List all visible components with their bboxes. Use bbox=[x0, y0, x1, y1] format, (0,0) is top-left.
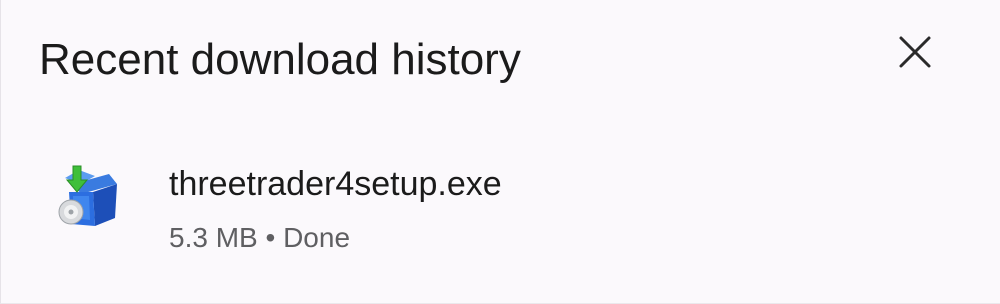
close-button[interactable] bbox=[885, 22, 945, 82]
download-status: Done bbox=[283, 222, 351, 253]
panel-title: Recent download history bbox=[39, 35, 521, 84]
download-history-panel: Recent download history threetrader4setu… bbox=[0, 0, 1000, 304]
file-size: 5.3 MB bbox=[169, 222, 258, 253]
download-item[interactable]: threetrader4setup.exe 5.3 MB • Done bbox=[1, 138, 1000, 278]
download-meta: 5.3 MB • Done bbox=[169, 220, 350, 256]
installer-package-icon bbox=[58, 165, 117, 226]
download-file-name: threetrader4setup.exe bbox=[169, 165, 502, 203]
close-icon bbox=[899, 36, 931, 68]
meta-separator: • bbox=[265, 222, 276, 253]
